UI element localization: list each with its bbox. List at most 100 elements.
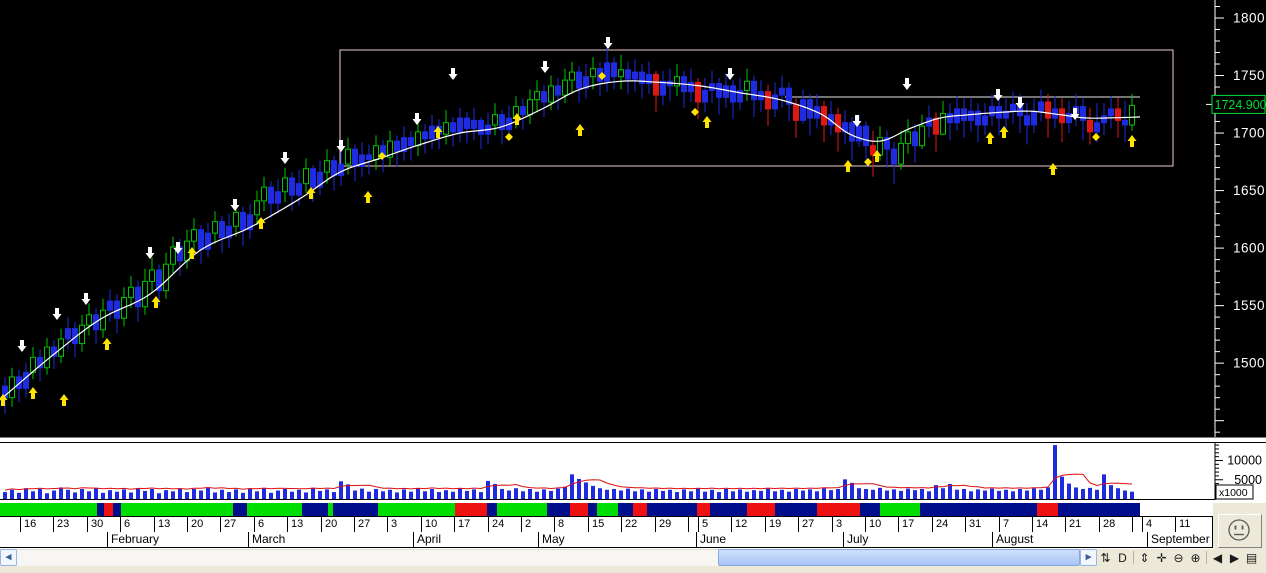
svg-text:1724.900: 1724.900 (1215, 98, 1266, 112)
toolbar-separator (1133, 551, 1134, 564)
svg-text:1750: 1750 (1233, 68, 1265, 83)
price-chart-canvas[interactable]: 1800 1750 1700 1650 1600 1550 1500 1724.900 (0, 0, 1266, 437)
svg-text:1650: 1650 (1233, 183, 1265, 198)
ribbon-segment (378, 503, 455, 516)
ribbon-segment (497, 503, 547, 516)
date-tick-cell: 6 (120, 517, 154, 532)
date-tick-cell: 13 (154, 517, 187, 532)
ribbon-segment (697, 503, 710, 516)
month-label: March (252, 532, 286, 546)
status-strip (0, 566, 1266, 573)
ribbon-segment (104, 503, 113, 516)
ribbon-segment (1037, 503, 1058, 516)
date-tick-cell (688, 517, 698, 532)
date-tick-cell: 24 (488, 517, 521, 532)
ribbon-segment (1058, 503, 1140, 516)
month-separator (413, 532, 414, 548)
smiley-icon (1228, 519, 1250, 541)
month-separator (843, 532, 844, 548)
toolbar-separator (1206, 551, 1207, 564)
month-label: May (542, 532, 565, 546)
date-tick-cell: 2 (521, 517, 554, 532)
scrollbar-thumb[interactable] (718, 549, 1080, 566)
date-tick-cell: 20 (187, 517, 220, 532)
date-tick-cell: 16 (20, 517, 53, 532)
ribbon-segment (0, 503, 97, 516)
ribbon-segment (880, 503, 920, 516)
month-separator (696, 532, 697, 548)
pan-icon[interactable]: ✛ (1153, 550, 1170, 566)
ribbon-segment (817, 503, 860, 516)
ribbon-segment (597, 503, 618, 516)
ribbon-segment (633, 503, 647, 516)
next-icon[interactable]: ▶ (1226, 550, 1243, 566)
date-tick-cell: 5 (698, 517, 731, 532)
ribbon-segment (860, 503, 880, 516)
refresh-icon[interactable]: ⇅ (1097, 550, 1114, 566)
date-tick-cell: 7 (999, 517, 1032, 532)
date-tick-cell: 21 (1065, 517, 1099, 532)
charting-application-window: 1800 1750 1700 1650 1600 1550 1500 1724.900 100… (0, 0, 1266, 573)
svg-text:1700: 1700 (1233, 126, 1265, 141)
smiley-button[interactable] (1218, 514, 1262, 548)
month-axis-row: February March April May June July August Septe… (0, 532, 1213, 548)
ribbon-segment (487, 503, 497, 516)
menu-icon[interactable]: ▤ (1243, 550, 1260, 566)
month-separator (1147, 532, 1148, 548)
ribbon-segment (333, 503, 378, 516)
scroll-left-button[interactable]: ◂ (0, 549, 17, 566)
date-tick-cell: 12 (731, 517, 765, 532)
ribbon-segment (547, 503, 570, 516)
ribbon-segment (113, 503, 121, 516)
date-tick-cell: 27 (798, 517, 832, 532)
fit-vertical-icon[interactable]: ⇕ (1136, 550, 1153, 566)
scroll-right-icon: ▸ (1085, 551, 1092, 563)
date-tick-cell: 14 (1032, 517, 1065, 532)
date-tick-cell: 15 (588, 517, 621, 532)
date-tick-cell: 28 (1099, 517, 1132, 532)
ribbon-segment (455, 503, 487, 516)
date-tick-cell: 6 (254, 517, 287, 532)
ribbon-segment (570, 503, 588, 516)
date-tick-cell: 19 (765, 517, 798, 532)
horizontal-scrollbar-row: ◂ ▸ ⇅ D ⇕ ✛ ⊖ ⊕ ◀ ▶ ▤ (0, 549, 1266, 566)
date-tick-cell: 17 (898, 517, 932, 532)
date-tick-cell: 8 (554, 517, 588, 532)
ribbon-segment (233, 503, 247, 516)
date-tick-cell: 20 (321, 517, 354, 532)
month-separator (538, 532, 539, 548)
date-axis-row: 16 23 30 6 13 20 27 6 13 20 27 3 10 17 24 2 8 15 22 29 5 12 19… (0, 516, 1213, 532)
date-tick-cell: 27 (220, 517, 254, 532)
month-label: April (417, 532, 442, 546)
date-tick-cell: 17 (454, 517, 488, 532)
zoom-in-icon[interactable]: ⊕ (1187, 550, 1204, 566)
chart-toolbar: ⇅ D ⇕ ✛ ⊖ ⊕ ◀ ▶ ▤ (1097, 549, 1266, 566)
daily-interval-icon[interactable]: D (1114, 550, 1131, 566)
scroll-right-button[interactable]: ▸ (1080, 549, 1097, 566)
date-tick-cell: 4 (1142, 517, 1175, 532)
month-label: September (1151, 532, 1210, 546)
ribbon-segment (775, 503, 817, 516)
date-tick-cell: 3 (387, 517, 421, 532)
date-tick-cell (1132, 517, 1142, 532)
date-tick-cell: 22 (621, 517, 655, 532)
date-tick-cell: 31 (965, 517, 999, 532)
month-label: August (996, 532, 1034, 546)
svg-text:1550: 1550 (1233, 298, 1265, 313)
svg-text:1800: 1800 (1233, 11, 1265, 26)
svg-text:10000: 10000 (1227, 454, 1262, 468)
date-tick-cell: 29 (655, 517, 688, 532)
month-separator (992, 532, 993, 548)
date-tick-cell: 13 (287, 517, 321, 532)
svg-text:1500: 1500 (1233, 356, 1265, 371)
ribbon-segment (121, 503, 233, 516)
trend-ribbon (0, 503, 1213, 516)
ribbon-segment (647, 503, 697, 516)
month-label: February (111, 532, 160, 546)
date-tick-cell: 27 (354, 517, 387, 532)
zoom-out-icon[interactable]: ⊖ (1170, 550, 1187, 566)
month-separator (248, 532, 249, 548)
volume-pane-canvas[interactable]: 100005000x1000 (0, 442, 1266, 503)
month-separator (107, 532, 108, 548)
prev-icon[interactable]: ◀ (1209, 550, 1226, 566)
